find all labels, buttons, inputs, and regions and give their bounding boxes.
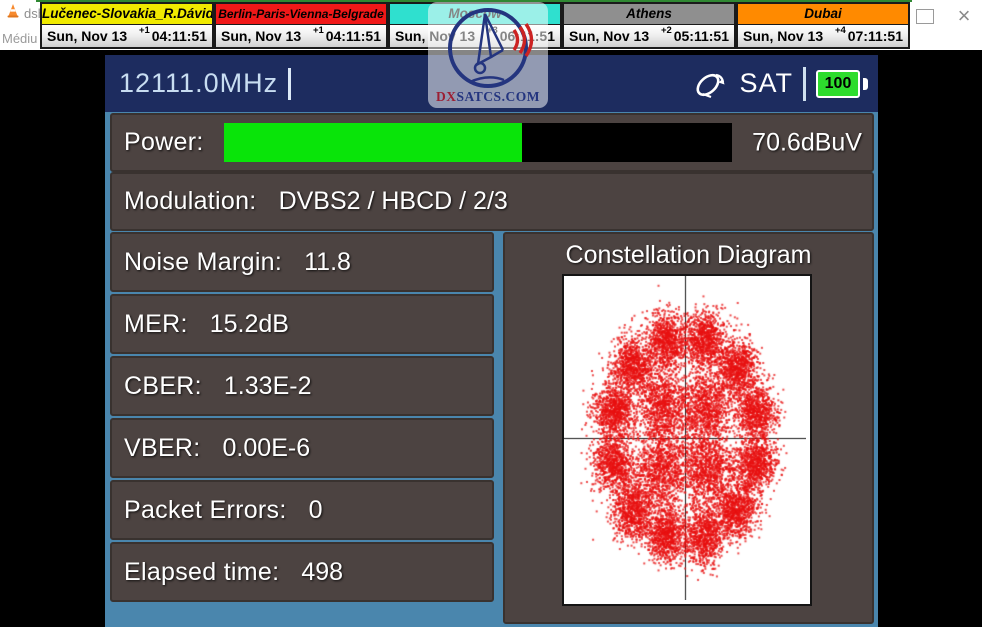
- constellation-title: Constellation Diagram: [505, 241, 872, 270]
- packet-errors-label: Packet Errors:: [112, 496, 287, 525]
- constellation-box: [562, 274, 812, 606]
- clock-utc-offset-2: +3: [487, 25, 498, 36]
- noise-margin-value: 11.8: [304, 248, 351, 277]
- modulation-row: Modulation: DVBS2 / HBCD / 2/3: [110, 172, 874, 231]
- constellation-panel: Constellation Diagram: [503, 232, 874, 624]
- battery-icon: 100: [816, 70, 860, 98]
- satellite-dish-icon: [693, 68, 729, 100]
- header-divider: [803, 67, 806, 101]
- clock-time-4: 07:11:51: [848, 28, 903, 44]
- noise-margin-label: Noise Margin:: [112, 248, 282, 277]
- clock-city-4: Dubai Sun, Nov 13 +4 07:11:51: [736, 2, 910, 49]
- modulation-label: Modulation:: [112, 187, 257, 216]
- battery-tip: [863, 78, 868, 90]
- clock-header-3: Athens: [562, 2, 736, 25]
- power-label: Power:: [112, 128, 204, 157]
- clock-utc-offset-3: +2: [661, 25, 672, 36]
- power-bar-fill: [224, 123, 522, 162]
- meter-header: 12111.0MHz SAT 100: [105, 55, 878, 112]
- vlc-media-menu-item[interactable]: Médiu: [2, 31, 37, 46]
- noise-margin-row: Noise Margin: 11.8: [110, 232, 494, 292]
- constellation-plot: [564, 276, 806, 600]
- clock-time-3: 05:11:51: [674, 28, 729, 44]
- mer-label: MER:: [112, 310, 188, 339]
- close-icon[interactable]: ×: [951, 3, 977, 29]
- vlc-cone-icon: [5, 3, 21, 24]
- power-row: Power: 70.6dBuV: [110, 113, 874, 172]
- cber-row: CBER: 1.33E-2: [110, 356, 494, 416]
- elapsed-time-row: Elapsed time: 498: [110, 542, 494, 602]
- clock-time-2: 06:11:51: [500, 28, 555, 44]
- clock-city-3: Athens Sun, Nov 13 +2 05:11:51: [562, 2, 736, 49]
- vber-label: VBER:: [112, 434, 201, 463]
- restore-window-button[interactable]: [916, 9, 934, 24]
- power-bar: [224, 123, 732, 162]
- clock-date-2: Sun, Nov 13: [395, 28, 475, 44]
- mer-value: 15.2dB: [210, 310, 289, 339]
- clock-city-2: Moscow Sun, Nov 13 +3 06:11:51: [388, 2, 562, 49]
- clock-utc-offset-1: +1: [313, 25, 324, 36]
- clock-time-0: 04:11:51: [152, 28, 207, 44]
- sat-mode-label: SAT: [739, 68, 793, 99]
- clock-header-0: Lučenec-Slovakia_R.Dávid: [40, 2, 214, 25]
- clock-date-1: Sun, Nov 13: [221, 28, 301, 44]
- packet-errors-row: Packet Errors: 0: [110, 480, 494, 540]
- clock-header-4: Dubai: [736, 2, 910, 25]
- cber-label: CBER:: [112, 372, 202, 401]
- frequency-readout: 12111.0MHz: [119, 68, 278, 99]
- vber-value: 0.00E-6: [223, 434, 311, 463]
- clock-city-0: Lučenec-Slovakia_R.Dávid Sun, Nov 13 +1 …: [40, 2, 214, 49]
- elapsed-time-label: Elapsed time:: [112, 558, 279, 587]
- clock-time-1: 04:11:51: [326, 28, 381, 44]
- sat-meter-window: 12111.0MHz SAT 100 Power:: [105, 55, 878, 627]
- clock-date-4: Sun, Nov 13: [743, 28, 823, 44]
- clock-header-2: Moscow: [388, 2, 562, 25]
- clock-date-0: Sun, Nov 13: [47, 28, 127, 44]
- packet-errors-value: 0: [309, 496, 323, 525]
- elapsed-time-value: 498: [301, 558, 343, 587]
- text-cursor: [288, 68, 291, 100]
- screen: dsh Médiu Lučenec-Slovakia_R.Dávid Sun, …: [0, 0, 982, 627]
- cber-value: 1.33E-2: [224, 372, 312, 401]
- vber-row: VBER: 0.00E-6: [110, 418, 494, 478]
- mer-row: MER: 15.2dB: [110, 294, 494, 354]
- power-value: 70.6dBuV: [752, 128, 862, 157]
- top-strip: dsh Médiu Lučenec-Slovakia_R.Dávid Sun, …: [0, 0, 982, 50]
- clock-utc-offset-0: +1: [139, 25, 150, 36]
- clock-header-1: Berlin-Paris-Vienna-Belgrade: [214, 2, 388, 25]
- clock-utc-offset-4: +4: [835, 25, 846, 36]
- world-clock-bar: Lučenec-Slovakia_R.Dávid Sun, Nov 13 +1 …: [40, 2, 910, 49]
- clock-date-3: Sun, Nov 13: [569, 28, 649, 44]
- clock-city-1: Berlin-Paris-Vienna-Belgrade Sun, Nov 13…: [214, 2, 388, 49]
- modulation-value: DVBS2 / HBCD / 2/3: [279, 187, 508, 216]
